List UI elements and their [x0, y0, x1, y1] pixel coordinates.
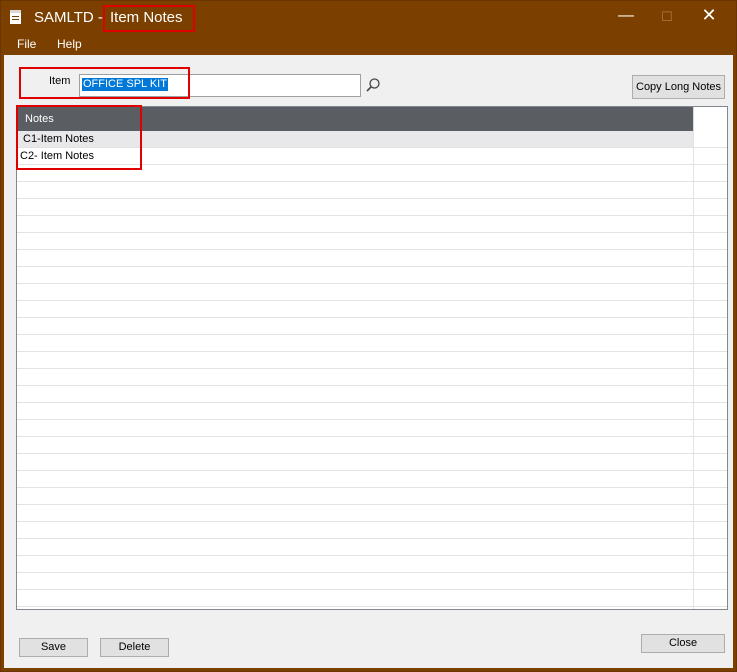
table-row-empty[interactable]: [17, 488, 727, 505]
close-button[interactable]: Close: [641, 634, 725, 653]
table-row-empty[interactable]: [17, 437, 727, 454]
notepad-icon: [10, 10, 21, 24]
table-row-empty[interactable]: [17, 420, 727, 437]
menu-help[interactable]: Help: [57, 37, 82, 51]
table-row-empty[interactable]: [17, 233, 727, 250]
title-highlight-box: [103, 5, 195, 32]
table-row-empty[interactable]: [17, 369, 727, 386]
maximize-button[interactable]: ☐: [652, 9, 682, 25]
table-row-empty[interactable]: [17, 352, 727, 369]
table-row-empty[interactable]: [17, 301, 727, 318]
table-row-empty[interactable]: [17, 267, 727, 284]
table-row-empty[interactable]: [17, 471, 727, 488]
table-row-empty[interactable]: [17, 454, 727, 471]
notes-grid: Notes C1-Item Notes C2- Item Notes: [16, 106, 728, 610]
menu-file[interactable]: File: [17, 37, 36, 51]
title-app-name: SAMLTD -: [34, 9, 103, 26]
copy-long-notes-button[interactable]: Copy Long Notes: [632, 75, 725, 99]
table-row-empty[interactable]: [17, 284, 727, 301]
grid-column-divider: [693, 131, 694, 609]
notes-highlight-box: [16, 105, 142, 170]
table-row-empty[interactable]: [17, 335, 727, 352]
table-row-empty[interactable]: [17, 403, 727, 420]
magnifier-icon[interactable]: [365, 77, 381, 93]
table-row-empty[interactable]: [17, 505, 727, 522]
table-row-empty[interactable]: [17, 590, 727, 607]
item-highlight-box: [19, 67, 190, 99]
client-area: Item OFFICE SPL KIT Copy Long Notes Note…: [4, 55, 733, 668]
delete-button[interactable]: Delete: [100, 638, 169, 657]
table-row-empty[interactable]: [17, 522, 727, 539]
grid-header-extra: [693, 107, 727, 131]
table-row-empty[interactable]: [17, 539, 727, 556]
table-row-empty[interactable]: [17, 216, 727, 233]
table-row-empty[interactable]: [17, 182, 727, 199]
table-row-empty[interactable]: [17, 556, 727, 573]
table-row-empty[interactable]: [17, 250, 727, 267]
item-notes-window: SAMLTD - Item Notes — ☐ ✕ File Help Item…: [0, 0, 737, 672]
minimize-button[interactable]: —: [611, 7, 641, 25]
close-window-button[interactable]: ✕: [694, 5, 724, 26]
table-row-empty[interactable]: [17, 318, 727, 335]
menu-bar: File Help: [1, 35, 736, 54]
table-row-empty[interactable]: [17, 386, 727, 403]
table-row-empty[interactable]: [17, 199, 727, 216]
title-bar: SAMLTD - Item Notes — ☐ ✕: [1, 1, 736, 35]
save-button[interactable]: Save: [19, 638, 88, 657]
table-row-empty[interactable]: [17, 573, 727, 590]
